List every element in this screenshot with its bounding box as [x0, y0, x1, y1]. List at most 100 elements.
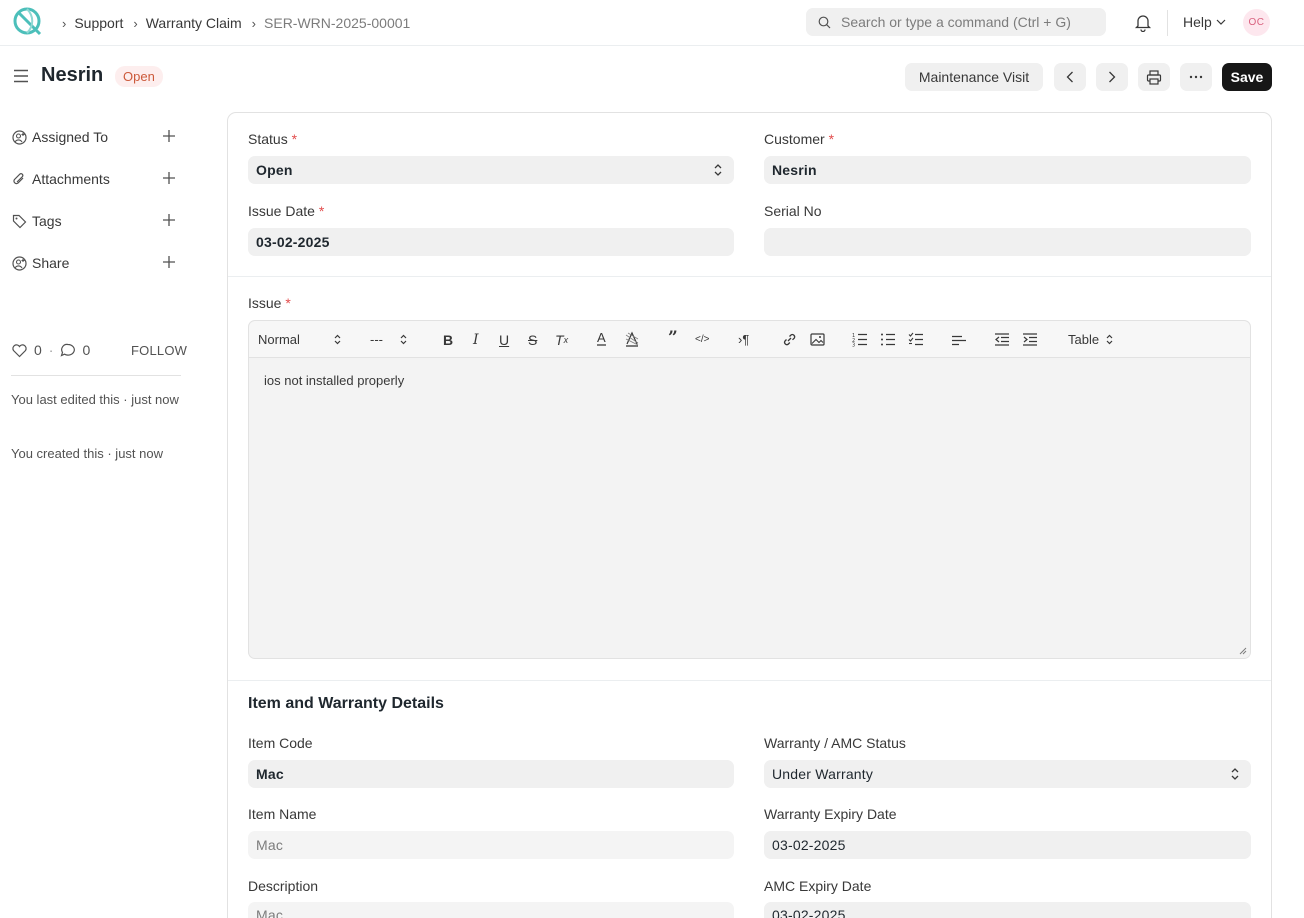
required-marker: * — [828, 131, 835, 147]
item-warranty-section-title: Item and Warranty Details — [248, 695, 444, 712]
item-name-field: Mac — [248, 831, 734, 859]
bullet-list-icon[interactable] — [880, 331, 896, 348]
heading-select-value: Normal — [258, 332, 300, 347]
plus-icon[interactable] — [162, 171, 176, 185]
app-logo-icon[interactable] — [12, 6, 46, 38]
warranty-expiry-field[interactable]: 03-02-2025 — [764, 831, 1251, 859]
navbar: › Support › Warranty Claim › SER-WRN-202… — [0, 0, 1304, 46]
description-field: Mac — [248, 902, 734, 918]
font-size-select[interactable]: --- — [370, 331, 407, 348]
hamburger-menu-icon[interactable] — [13, 69, 29, 83]
sidebar-item-label: Attachments — [32, 171, 110, 187]
align-left-icon[interactable] — [951, 331, 967, 348]
issue-text[interactable]: ios not installed properly — [264, 373, 404, 388]
chevron-down-icon — [1216, 19, 1226, 25]
item-code-field[interactable]: Mac — [248, 760, 734, 788]
status-select[interactable]: Open — [248, 156, 734, 184]
amc-expiry-field[interactable]: 03-02-2025 — [764, 902, 1251, 918]
text-direction-icon[interactable]: ›¶ — [738, 331, 749, 348]
customer-field[interactable]: Nesrin — [764, 156, 1251, 184]
italic-icon[interactable]: I — [473, 331, 479, 348]
warranty-status-value: Under Warranty — [772, 766, 874, 782]
sidebar-item-label: Tags — [32, 213, 62, 229]
paperclip-icon — [13, 172, 24, 184]
breadcrumb-warranty-claim[interactable]: Warranty Claim — [146, 15, 242, 31]
text-color-icon[interactable]: A — [597, 330, 606, 346]
plus-icon[interactable] — [162, 213, 176, 227]
maintenance-visit-button[interactable]: Maintenance Visit — [905, 63, 1043, 91]
required-marker: * — [285, 295, 291, 311]
resize-handle-icon[interactable] — [1239, 647, 1247, 655]
serial-no-field[interactable] — [764, 228, 1251, 256]
section-divider — [228, 680, 1271, 681]
strikethrough-icon[interactable]: S — [528, 331, 537, 348]
item-code-value: Mac — [256, 766, 284, 782]
svg-text:3: 3 — [852, 343, 855, 349]
font-size-select-value: --- — [370, 332, 383, 347]
user-plus-icon — [12, 129, 27, 145]
warranty-status-label: Warranty / AMC Status — [764, 735, 906, 751]
comments-count: 0 — [82, 342, 91, 358]
blockquote-icon[interactable]: ” — [668, 328, 678, 348]
chevron-right-icon: › — [62, 15, 67, 31]
search-input[interactable]: Search or type a command (Ctrl + G) — [806, 8, 1106, 36]
heading-select[interactable]: Normal — [258, 331, 341, 348]
table-select[interactable]: Table — [1068, 331, 1113, 348]
select-caret-icon — [400, 334, 407, 345]
follow-button[interactable]: FOLLOW — [131, 343, 187, 358]
printer-icon — [1146, 69, 1162, 85]
save-button[interactable]: Save — [1222, 63, 1272, 91]
select-caret-icon — [1231, 768, 1239, 780]
bold-icon[interactable]: B — [443, 331, 453, 348]
chevron-right-icon — [1109, 71, 1116, 83]
search-placeholder: Search or type a command (Ctrl + G) — [841, 14, 1071, 30]
clear-format-icon[interactable]: Tx — [555, 331, 568, 348]
next-document-button[interactable] — [1096, 63, 1128, 91]
sidebar-item-share[interactable]: Share — [12, 253, 180, 273]
warranty-status-select[interactable]: Under Warranty — [764, 760, 1251, 788]
share-user-icon — [12, 255, 27, 271]
indent-icon[interactable] — [1022, 331, 1038, 348]
comment-icon[interactable] — [60, 343, 76, 358]
customer-value: Nesrin — [772, 162, 817, 178]
chevron-right-icon: › — [133, 15, 138, 31]
stats-separator: · — [48, 342, 54, 358]
likes-count: 0 — [34, 342, 42, 358]
customer-label-text: Customer — [764, 131, 825, 147]
description-label: Description — [248, 878, 319, 894]
image-icon[interactable] — [810, 331, 825, 348]
status-label: Status * — [248, 131, 297, 147]
sidebar-item-tags[interactable]: Tags — [12, 211, 180, 231]
underline-icon[interactable]: U — [499, 331, 509, 348]
previous-document-button[interactable] — [1054, 63, 1086, 91]
code-block-icon[interactable]: </> — [695, 331, 709, 348]
bell-icon[interactable] — [1134, 13, 1152, 32]
plus-icon[interactable] — [162, 255, 176, 269]
outdent-icon[interactable] — [994, 331, 1010, 348]
breadcrumb-support[interactable]: Support — [74, 15, 123, 31]
status-badge: Open — [115, 66, 163, 87]
description-value: Mac — [256, 907, 284, 918]
item-name-value: Mac — [256, 837, 284, 853]
chevron-left-icon — [1066, 71, 1073, 83]
sidebar-divider — [11, 375, 181, 376]
plus-icon[interactable] — [162, 129, 176, 143]
more-actions-button[interactable] — [1180, 63, 1212, 91]
print-button[interactable] — [1138, 63, 1170, 91]
amc-expiry-value: 03-02-2025 — [772, 907, 846, 918]
background-color-icon[interactable] — [625, 331, 639, 348]
check-list-icon[interactable] — [908, 331, 924, 348]
avatar[interactable]: OC — [1243, 9, 1270, 36]
help-dropdown[interactable]: Help — [1183, 14, 1226, 30]
link-icon[interactable] — [782, 331, 797, 348]
created-note: You created this · just now — [11, 446, 163, 461]
section-divider — [228, 276, 1271, 277]
ordered-list-icon[interactable]: 123 — [852, 331, 868, 348]
select-caret-icon — [714, 164, 722, 176]
sidebar-item-attachments[interactable]: Attachments — [12, 169, 180, 189]
sidebar-item-assigned-to[interactable]: Assigned To — [12, 127, 180, 147]
issue-editor[interactable]: Normal --- B I U S Tx A ” </> ›¶ 123 Tab… — [248, 320, 1251, 659]
heart-icon[interactable] — [11, 343, 28, 358]
issue-date-field[interactable]: 03-02-2025 — [248, 228, 734, 256]
item-name-label: Item Name — [248, 806, 317, 822]
